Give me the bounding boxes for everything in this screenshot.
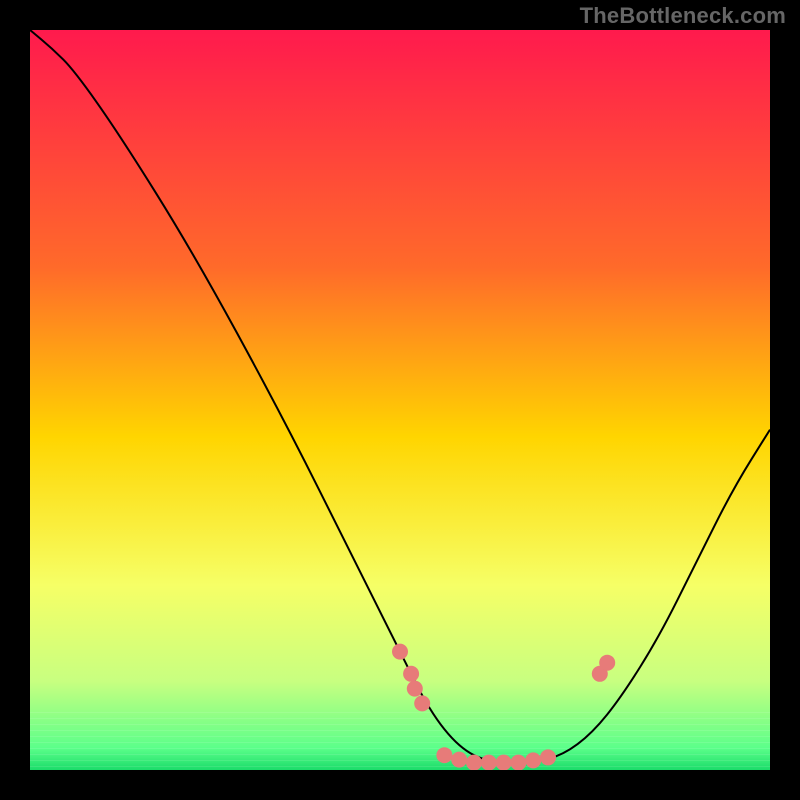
data-point: [392, 644, 408, 660]
data-point: [403, 666, 419, 682]
data-point: [414, 695, 430, 711]
chart-container: TheBottleneck.com: [0, 0, 800, 800]
data-point: [436, 747, 452, 763]
data-point: [599, 655, 615, 671]
chart-svg: [30, 30, 770, 770]
data-point: [466, 755, 482, 770]
plot-area: [30, 30, 770, 770]
data-point: [525, 752, 541, 768]
data-point: [496, 755, 512, 770]
data-point: [451, 752, 467, 768]
data-point: [540, 749, 556, 765]
data-point: [510, 755, 526, 770]
data-point: [481, 755, 497, 770]
data-point: [407, 681, 423, 697]
watermark-text: TheBottleneck.com: [580, 3, 786, 29]
